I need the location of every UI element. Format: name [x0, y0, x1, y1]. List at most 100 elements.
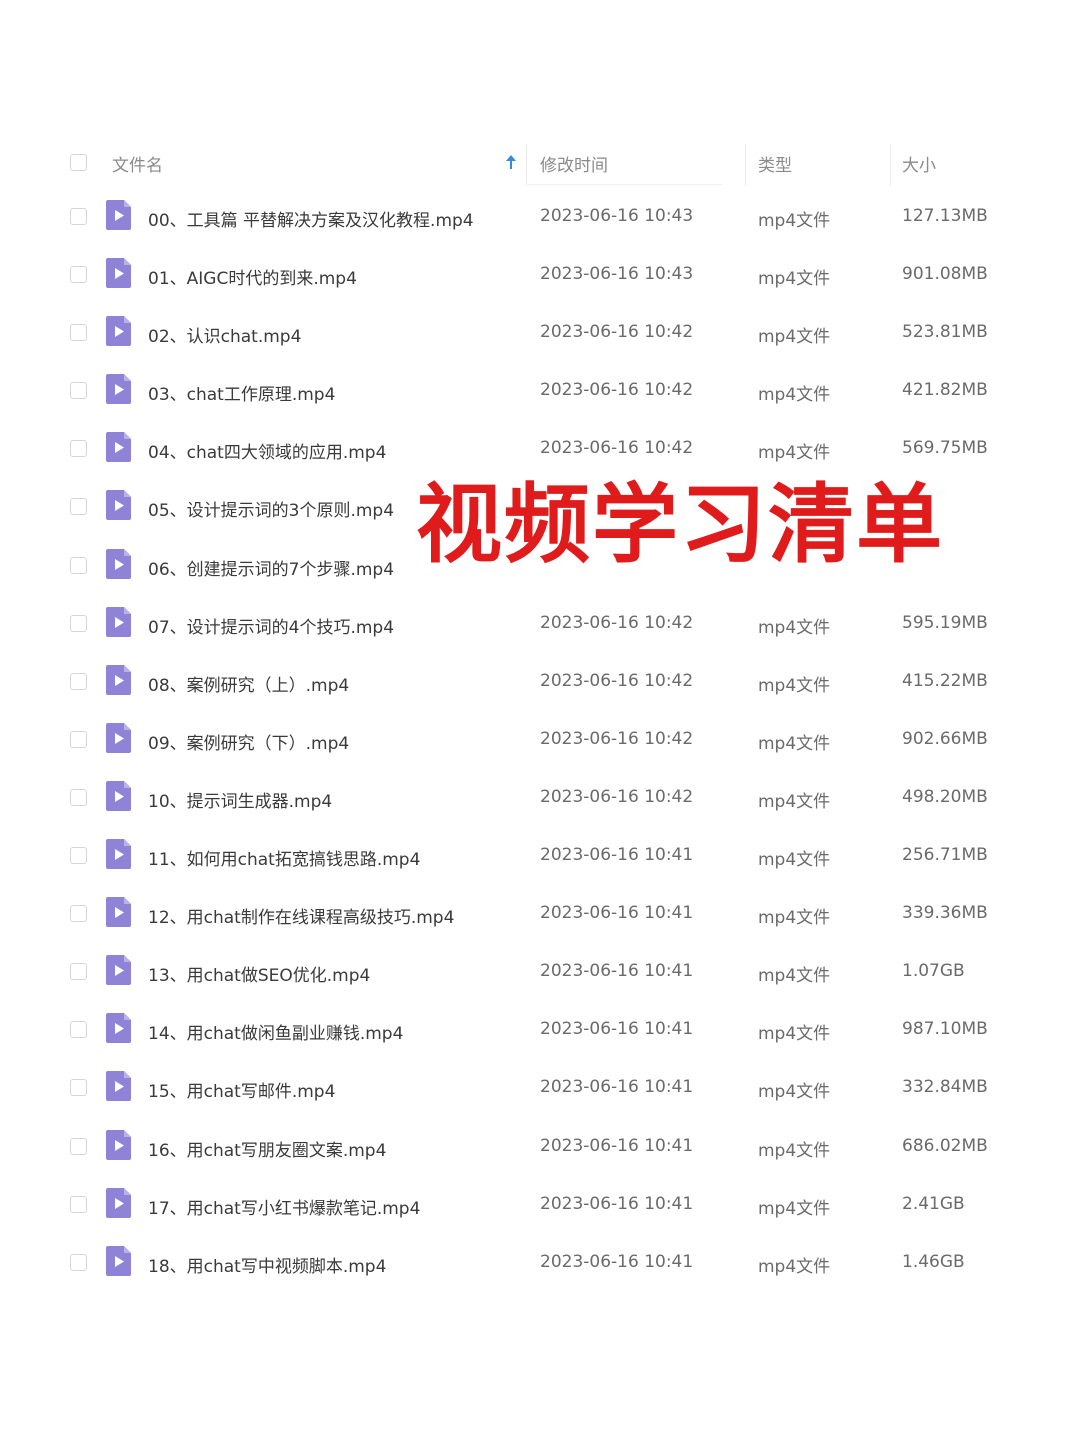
file-type: mp4文件: [758, 1024, 831, 1045]
file-name[interactable]: 07、设计提示词的4个技巧.mp4: [148, 613, 394, 638]
header-underline: [528, 184, 722, 185]
row-checkbox[interactable]: [70, 440, 87, 458]
file-size: 902.66MB: [902, 728, 988, 749]
column-header-modified-time[interactable]: 修改时间: [540, 151, 608, 176]
row-checkbox[interactable]: [70, 672, 87, 690]
modified-time: 2023-06-16 10:42: [540, 438, 694, 459]
row-checkbox[interactable]: [70, 730, 87, 748]
file-size: 901.08MB: [902, 264, 988, 285]
header-divider: [890, 144, 891, 186]
file-name[interactable]: 16、用chat写朋友圈文案.mp4: [148, 1136, 386, 1161]
file-type: mp4文件: [758, 1256, 831, 1277]
modified-time: 2023-06-16 10:41: [540, 845, 694, 866]
modified-time: 2023-06-16 10:41: [540, 961, 694, 982]
table-row[interactable]: 08、案例研究（上）.mp4 2023-06-16 10:42 mp4文件 415.2…: [62, 655, 1017, 713]
file-size: 415.22MB: [902, 670, 988, 691]
row-checkbox[interactable]: [70, 1253, 87, 1271]
row-checkbox[interactable]: [70, 847, 87, 865]
file-size: 595.19MB: [902, 612, 988, 633]
file-rows: 00、工具篇 平替解决方案及汉化教程.mp4 2023-06-16 10:43 mp…: [62, 190, 1017, 1294]
file-name[interactable]: 15、用chat写邮件.mp4: [148, 1077, 335, 1102]
table-row[interactable]: 10、提示词生成器.mp4 2023-06-16 10:42 mp4文件 498.20…: [62, 771, 1017, 829]
row-checkbox[interactable]: [70, 788, 87, 806]
file-size: 987.10MB: [902, 1019, 988, 1040]
row-checkbox[interactable]: [70, 498, 87, 516]
file-type: mp4文件: [758, 850, 831, 871]
file-type: mp4文件: [758, 1082, 831, 1103]
modified-time: 2023-06-16 10:42: [540, 728, 694, 749]
file-name[interactable]: 01、AIGC时代的到来.mp4: [148, 264, 357, 289]
row-checkbox[interactable]: [70, 1021, 87, 1039]
table-row[interactable]: 07、设计提示词的4个技巧.mp4 2023-06-16 10:42 mp4文件 59…: [62, 597, 1017, 655]
file-size: 1.46GB: [902, 1251, 965, 1272]
file-size: 332.84MB: [902, 1077, 988, 1098]
row-checkbox[interactable]: [70, 382, 87, 400]
header-divider: [745, 144, 746, 186]
table-row[interactable]: 13、用chat做SEO优化.mp4 2023-06-16 10:41 mp4文件 1…: [62, 945, 1017, 1003]
file-name[interactable]: 11、如何用chat拓宽搞钱思路.mp4: [148, 845, 420, 870]
file-name[interactable]: 18、用chat写中视频脚本.mp4: [148, 1252, 386, 1277]
row-checkbox[interactable]: [70, 556, 87, 574]
table-header: 文件名 修改时间 类型 大小: [62, 136, 1017, 190]
file-name[interactable]: 17、用chat写小红书爆款笔记.mp4: [148, 1194, 420, 1219]
header-divider: [526, 144, 527, 186]
row-checkbox[interactable]: [70, 266, 87, 284]
file-name[interactable]: 14、用chat做闲鱼副业赚钱.mp4: [148, 1019, 403, 1044]
video-file-icon: [106, 200, 131, 230]
row-checkbox[interactable]: [70, 1195, 87, 1213]
file-name[interactable]: 03、chat工作原理.mp4: [148, 380, 335, 405]
row-checkbox[interactable]: [70, 614, 87, 632]
file-name[interactable]: 02、认识chat.mp4: [148, 322, 301, 347]
video-file-icon: [106, 897, 131, 928]
file-name[interactable]: 04、chat四大领域的应用.mp4: [148, 438, 386, 463]
table-row[interactable]: 12、用chat制作在线课程高级技巧.mp4 2023-06-16 10:41 mp…: [62, 887, 1017, 945]
column-header-type[interactable]: 类型: [758, 151, 792, 176]
table-row[interactable]: 14、用chat做闲鱼副业赚钱.mp4 2023-06-16 10:41 mp4文件…: [62, 1003, 1017, 1061]
file-table: 文件名 修改时间 类型 大小 00、工具篇 平替解决方案及汉化教程.mp4 202…: [62, 136, 1017, 1294]
video-file-icon: [106, 1129, 131, 1160]
file-size: 686.02MB: [902, 1135, 988, 1156]
modified-time: 2023-06-16 10:42: [540, 786, 694, 807]
table-row[interactable]: 15、用chat写邮件.mp4 2023-06-16 10:41 mp4文件 332.…: [62, 1061, 1017, 1119]
row-checkbox[interactable]: [70, 905, 87, 923]
column-header-size[interactable]: 大小: [902, 151, 936, 176]
table-row[interactable]: 01、AIGC时代的到来.mp4 2023-06-16 10:43 mp4文件 901…: [62, 248, 1017, 306]
table-row[interactable]: 03、chat工作原理.mp4 2023-06-16 10:42 mp4文件 421.…: [62, 364, 1017, 422]
file-name[interactable]: 05、设计提示词的3个原则.mp4: [148, 496, 394, 521]
table-row[interactable]: 02、认识chat.mp4 2023-06-16 10:42 mp4文件 523.81…: [62, 306, 1017, 364]
video-file-icon: [106, 432, 131, 463]
row-checkbox[interactable]: [70, 208, 87, 225]
file-type: mp4文件: [758, 1140, 831, 1161]
video-file-icon: [106, 1187, 131, 1218]
file-size: 1.07GB: [902, 961, 965, 982]
file-type: mp4文件: [758, 385, 831, 406]
table-row[interactable]: 17、用chat写小红书爆款笔记.mp4 2023-06-16 10:41 mp4文…: [62, 1178, 1017, 1236]
file-name[interactable]: 06、创建提示词的7个步骤.mp4: [148, 555, 394, 580]
select-all-checkbox[interactable]: [70, 154, 87, 171]
row-checkbox[interactable]: [70, 1137, 87, 1155]
video-file-icon: [106, 839, 131, 870]
file-name[interactable]: 10、提示词生成器.mp4: [148, 787, 332, 812]
sort-ascending-icon[interactable]: [504, 152, 518, 172]
file-size: 127.13MB: [902, 206, 988, 226]
table-row[interactable]: 18、用chat写中视频脚本.mp4 2023-06-16 10:41 mp4文件 1…: [62, 1236, 1017, 1294]
table-row[interactable]: 16、用chat写朋友圈文案.mp4 2023-06-16 10:41 mp4文件 6…: [62, 1120, 1017, 1178]
file-name[interactable]: 00、工具篇 平替解决方案及汉化教程.mp4: [148, 206, 474, 231]
file-name[interactable]: 13、用chat做SEO优化.mp4: [148, 961, 370, 986]
row-checkbox[interactable]: [70, 324, 87, 342]
table-row[interactable]: 09、案例研究（下）.mp4 2023-06-16 10:42 mp4文件 902.6…: [62, 713, 1017, 771]
file-name[interactable]: 12、用chat制作在线课程高级技巧.mp4: [148, 903, 454, 928]
table-row[interactable]: 00、工具篇 平替解决方案及汉化教程.mp4 2023-06-16 10:43 mp…: [62, 190, 1017, 248]
file-type: mp4文件: [758, 733, 831, 754]
video-file-icon: [106, 664, 131, 695]
file-name[interactable]: 09、案例研究（下）.mp4: [148, 729, 349, 754]
modified-time: 2023-06-16 10:41: [540, 1193, 694, 1214]
row-checkbox[interactable]: [70, 963, 87, 981]
file-size: 256.71MB: [902, 845, 988, 866]
video-file-icon: [106, 1071, 131, 1102]
column-header-name[interactable]: 文件名: [112, 151, 163, 176]
table-row[interactable]: 11、如何用chat拓宽搞钱思路.mp4 2023-06-16 10:41 mp4文…: [62, 829, 1017, 887]
row-checkbox[interactable]: [70, 1079, 87, 1097]
file-name[interactable]: 08、案例研究（上）.mp4: [148, 671, 349, 696]
video-file-icon: [106, 548, 131, 579]
